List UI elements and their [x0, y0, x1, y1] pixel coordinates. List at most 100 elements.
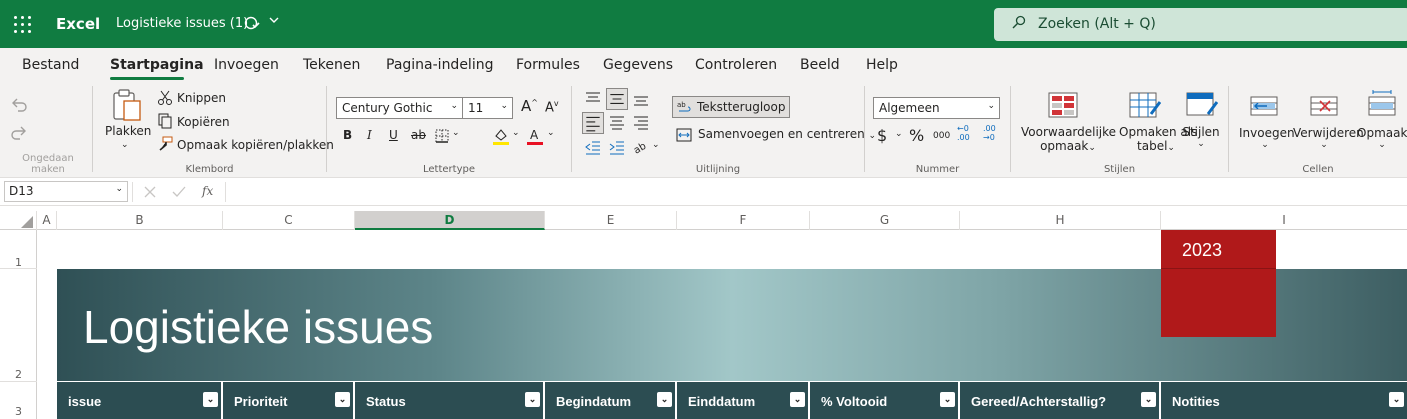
delete-cells-icon[interactable]: [1309, 94, 1339, 121]
check-icon[interactable]: [171, 184, 187, 203]
cut-button[interactable]: Knippen: [177, 91, 226, 105]
document-title[interactable]: Logistieke issues (1): [116, 16, 248, 31]
chevron-down-icon[interactable]: ⌄: [121, 140, 129, 150]
tab-invoegen[interactable]: Invoegen: [214, 57, 279, 73]
filter-dropdown-icon[interactable]: ⌄: [203, 392, 218, 407]
borders-icon[interactable]: [434, 128, 450, 147]
format-cells-button[interactable]: Opmaak ⌄: [1357, 126, 1407, 150]
filter-dropdown-icon[interactable]: ⌄: [790, 392, 805, 407]
column-header-h[interactable]: H: [960, 211, 1161, 230]
font-color-icon[interactable]: A: [526, 127, 544, 148]
column-header-e[interactable]: E: [545, 211, 677, 230]
search-placeholder[interactable]: Zoeken (Alt + Q): [1038, 16, 1156, 32]
font-family-select[interactable]: Century Gothic ⌄: [336, 97, 463, 119]
year-box[interactable]: 2023: [1161, 230, 1276, 337]
header-gereed[interactable]: Gereed/Achterstallig? ⌄: [960, 382, 1161, 419]
tab-controleren[interactable]: Controleren: [695, 57, 777, 73]
tab-gegevens[interactable]: Gegevens: [603, 57, 673, 73]
font-size-select[interactable]: 11 ⌄: [462, 97, 513, 119]
chevron-down-icon[interactable]: ⌄: [547, 128, 555, 138]
align-bottom-icon[interactable]: [632, 90, 650, 111]
sheet-title[interactable]: Logistieke issues: [83, 300, 433, 354]
tab-pagina-indeling[interactable]: Pagina-indeling: [386, 57, 493, 73]
filter-dropdown-icon[interactable]: ⌄: [657, 392, 672, 407]
merge-center-button[interactable]: Samenvoegen en centreren ⌄: [676, 127, 876, 142]
tab-formules[interactable]: Formules: [516, 57, 580, 73]
filter-dropdown-icon[interactable]: ⌄: [525, 392, 540, 407]
insert-cells-icon[interactable]: [1249, 94, 1279, 121]
column-header-c[interactable]: C: [223, 211, 355, 230]
shrink-font-icon[interactable]: Av: [545, 99, 559, 115]
cell-styles-button[interactable]: Stijlen ⌄: [1181, 125, 1221, 149]
column-header-d[interactable]: D: [355, 211, 545, 230]
comma-style-icon[interactable]: 000: [933, 131, 950, 141]
row-header-2[interactable]: 2: [0, 368, 37, 381]
filter-dropdown-icon[interactable]: ⌄: [335, 392, 350, 407]
app-name[interactable]: Excel: [56, 15, 100, 33]
increase-indent-icon[interactable]: [608, 138, 626, 159]
align-top-icon[interactable]: [584, 90, 602, 111]
decrease-indent-icon[interactable]: [584, 138, 602, 159]
italic-icon[interactable]: I: [367, 128, 372, 142]
format-as-table-icon[interactable]: [1129, 92, 1162, 121]
conditional-formatting-icon[interactable]: [1048, 92, 1078, 121]
column-header-i[interactable]: I: [1161, 211, 1407, 230]
filter-dropdown-icon[interactable]: ⌄: [940, 392, 955, 407]
chevron-down-icon[interactable]: [268, 14, 280, 29]
filter-dropdown-icon[interactable]: ⌄: [1141, 392, 1156, 407]
chevron-down-icon[interactable]: ⌄: [512, 128, 520, 138]
currency-icon[interactable]: $: [877, 126, 887, 145]
cancel-icon[interactable]: [142, 184, 158, 203]
sync-status-icon[interactable]: [244, 15, 260, 35]
chevron-down-icon[interactable]: ⌄: [652, 140, 660, 150]
header-prioriteit[interactable]: Prioriteit ⌄: [223, 382, 355, 419]
header-status[interactable]: Status ⌄: [355, 382, 545, 419]
column-header-a[interactable]: A: [37, 211, 57, 230]
format-cells-icon[interactable]: [1367, 90, 1397, 121]
underline-icon[interactable]: U: [389, 128, 398, 142]
paste-button[interactable]: Plakken: [105, 124, 151, 138]
format-painter-button[interactable]: Opmaak kopiëren/plakken: [177, 138, 334, 152]
align-left-icon[interactable]: [582, 112, 604, 134]
header-notities[interactable]: Notities ⌄: [1161, 382, 1407, 419]
worksheet[interactable]: Logistieke issues 2023 issue ⌄ Prioriteit…: [37, 230, 1407, 419]
delete-cells-button[interactable]: Verwijderen ⌄: [1293, 126, 1364, 150]
strikethrough-icon[interactable]: ab: [411, 128, 426, 142]
grow-font-icon[interactable]: A^: [521, 97, 538, 115]
column-header-f[interactable]: F: [677, 211, 810, 230]
filter-dropdown-icon[interactable]: ⌄: [1389, 392, 1404, 407]
redo-icon[interactable]: [10, 124, 28, 145]
select-all-corner[interactable]: [0, 211, 37, 230]
row-header-3[interactable]: 3: [0, 405, 37, 418]
tab-bestand[interactable]: Bestand: [22, 57, 79, 73]
tab-help[interactable]: Help: [866, 57, 898, 73]
align-right-icon[interactable]: [632, 114, 650, 135]
search-box[interactable]: Zoeken (Alt + Q): [994, 8, 1407, 41]
insert-cells-button[interactable]: Invoegen ⌄: [1239, 126, 1295, 150]
align-middle-icon[interactable]: [606, 88, 628, 110]
header-voltooid[interactable]: % Voltooid ⌄: [810, 382, 960, 419]
wrap-text-button[interactable]: ab Tekstterugloop: [672, 96, 791, 118]
column-header-b[interactable]: B: [57, 211, 223, 230]
decrease-decimal-icon[interactable]: .00 →0: [983, 124, 996, 142]
tab-beeld[interactable]: Beeld: [800, 57, 840, 73]
cell-styles-icon[interactable]: [1186, 92, 1219, 121]
conditional-formatting-button[interactable]: Voorwaardelijke opmaak⌄: [1021, 125, 1116, 153]
header-issue[interactable]: issue ⌄: [57, 382, 223, 419]
app-launcher-icon[interactable]: [14, 16, 31, 33]
copy-button[interactable]: Kopiëren: [177, 115, 230, 129]
fill-color-icon[interactable]: [492, 127, 510, 148]
formula-input[interactable]: [232, 184, 1402, 202]
tab-startpagina[interactable]: Startpagina: [110, 57, 204, 73]
tab-tekenen[interactable]: Tekenen: [303, 57, 360, 73]
bold-icon[interactable]: B: [343, 128, 352, 142]
align-center-icon[interactable]: [608, 114, 626, 135]
number-format-select[interactable]: Algemeen ⌄: [873, 97, 1000, 119]
chevron-down-icon[interactable]: ⌄: [895, 129, 903, 139]
undo-icon[interactable]: [10, 96, 28, 117]
percent-icon[interactable]: %: [909, 126, 924, 145]
increase-decimal-icon[interactable]: ←0.00: [957, 124, 970, 142]
column-header-g[interactable]: G: [810, 211, 960, 230]
name-box[interactable]: D13 ⌄: [4, 181, 128, 202]
function-icon[interactable]: fx: [202, 184, 213, 198]
